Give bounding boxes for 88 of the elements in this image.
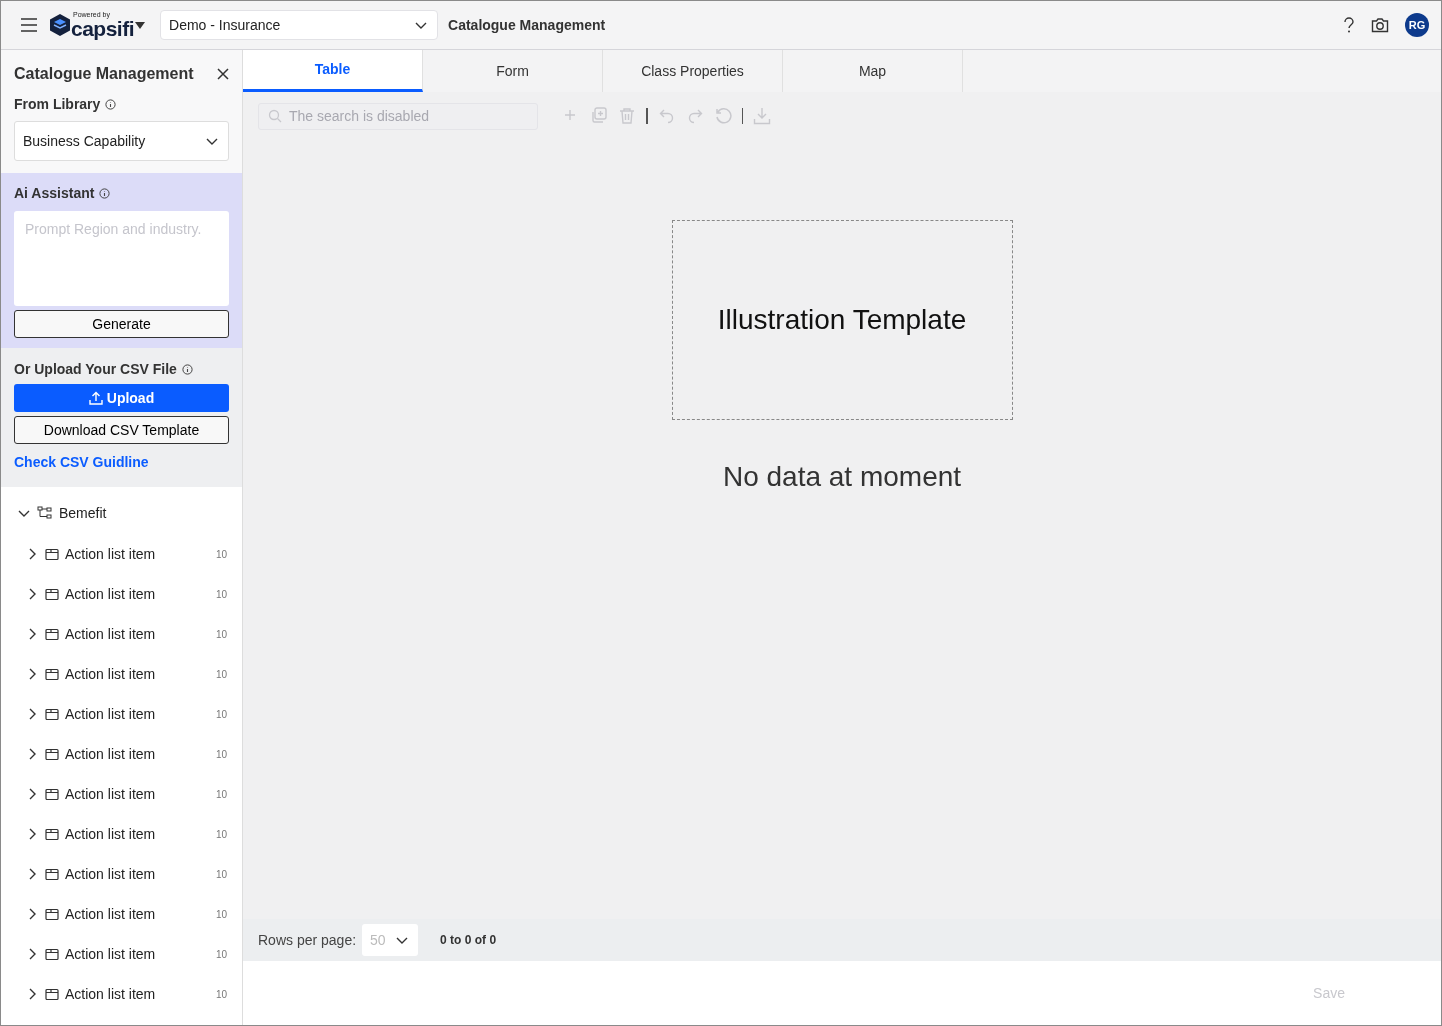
- generate-button[interactable]: Generate: [14, 310, 229, 338]
- select-value: Business Capability: [23, 131, 146, 151]
- folder-icon: [45, 907, 59, 921]
- undo-icon[interactable]: [657, 107, 676, 125]
- guideline-link[interactable]: Check CSV Guidline: [14, 452, 149, 473]
- sidebar-title: Catalogue Management: [14, 64, 194, 84]
- camera-icon[interactable]: [1371, 17, 1389, 33]
- folder-icon: [45, 707, 59, 721]
- download-icon[interactable]: [753, 107, 771, 125]
- folder-icon: [45, 627, 59, 641]
- info-icon: [181, 364, 193, 375]
- empty-message: No data at moment: [722, 460, 962, 494]
- duplicate-icon[interactable]: [590, 107, 608, 125]
- item-count: 10: [215, 867, 227, 882]
- item-count: 10: [215, 987, 227, 1002]
- library-select[interactable]: Business Capability: [14, 121, 229, 161]
- reset-icon[interactable]: [713, 107, 732, 125]
- item-count: 10: [215, 547, 227, 562]
- item-label: Action list item: [65, 664, 156, 684]
- item-label: Action list item: [65, 624, 156, 644]
- pager-label: Rows per page:: [258, 930, 357, 950]
- folder-icon: [45, 547, 59, 561]
- field-label: Or Upload Your CSV File: [14, 360, 177, 379]
- item-count: 10: [215, 627, 227, 642]
- info-icon: [99, 188, 111, 199]
- tree-item[interactable]: Action list item 10: [25, 814, 227, 854]
- illustration-label: Illustration Template: [717, 303, 967, 337]
- item-label: Action list item: [65, 744, 156, 764]
- upload-button[interactable]: Upload: [14, 384, 229, 412]
- item-label: Action list item: [65, 584, 156, 604]
- tree-item[interactable]: Action list item 10: [25, 934, 227, 974]
- item-count: 10: [215, 587, 227, 602]
- folder-icon: [45, 827, 59, 841]
- download-template-button[interactable]: Download CSV Template: [14, 416, 229, 444]
- close-icon[interactable]: [217, 68, 229, 80]
- tree-item[interactable]: Action list item 10: [25, 694, 227, 734]
- info-icon: [105, 99, 117, 110]
- tree-item[interactable]: Action list item 10: [25, 774, 227, 814]
- item-count: 10: [215, 667, 227, 682]
- folder-icon: [45, 947, 59, 961]
- folder-icon: [45, 747, 59, 761]
- tab[interactable]: Table: [243, 50, 423, 92]
- item-label: Action list item: [65, 784, 156, 804]
- item-label: Action list item: [65, 984, 156, 1004]
- workspace-name: Demo - Insurance: [169, 15, 281, 35]
- tree-item[interactable]: Action list item 10: [25, 574, 227, 614]
- item-label: Action list item: [65, 704, 156, 724]
- item-count: 10: [215, 907, 227, 922]
- field-label: Ai Assistant: [14, 184, 95, 203]
- tree-item[interactable]: Action list item 10: [25, 734, 227, 774]
- item-count: 10: [215, 787, 227, 802]
- item-label: Action list item: [65, 824, 156, 844]
- hexagon-logo-icon: [49, 13, 71, 37]
- folder-icon: [45, 667, 59, 681]
- tree-item[interactable]: Action list item 10: [25, 854, 227, 894]
- page-size-value: 50: [370, 930, 386, 950]
- workspace-select[interactable]: Demo - Insurance: [160, 10, 439, 40]
- prompt-field[interactable]: Prompt Region and industry.: [14, 211, 229, 306]
- item-count: 10: [215, 827, 227, 842]
- item-label: Action list item: [65, 904, 156, 924]
- upload-icon: [88, 391, 103, 405]
- tree-item[interactable]: Action list item 10: [25, 654, 227, 694]
- item-label: Action list item: [65, 864, 156, 884]
- caret-icon[interactable]: [134, 20, 147, 30]
- menu-icon[interactable]: [19, 17, 39, 33]
- tree-node[interactable]: Bemefit: [17, 497, 227, 529]
- tree-item[interactable]: Action list item 10: [25, 894, 227, 934]
- folder-icon: [45, 987, 59, 1001]
- hierarchy-icon: [37, 506, 53, 520]
- brand-name: capsifi: [71, 18, 135, 39]
- node-label: Bemefit: [59, 503, 107, 523]
- item-count: 10: [215, 947, 227, 962]
- tree-item[interactable]: Action list item 10: [25, 534, 227, 574]
- page-title: Catalogue Management: [448, 15, 606, 35]
- item-count: 10: [215, 747, 227, 762]
- folder-icon: [45, 867, 59, 881]
- tree-item[interactable]: Action list item 10: [25, 614, 227, 654]
- item-count: 10: [215, 707, 227, 722]
- folder-icon: [45, 587, 59, 601]
- page-range: 0 to 0 of 0: [440, 932, 497, 949]
- item-label: Action list item: [65, 944, 156, 964]
- help-icon[interactable]: [1343, 17, 1355, 33]
- folder-icon: [45, 787, 59, 801]
- delete-icon[interactable]: [618, 107, 636, 125]
- user-avatar[interactable]: RG: [1405, 13, 1429, 37]
- item-label: Action list item: [65, 544, 156, 564]
- tree-item[interactable]: Action list item 10: [25, 974, 227, 1014]
- field-label: From Library: [14, 95, 101, 114]
